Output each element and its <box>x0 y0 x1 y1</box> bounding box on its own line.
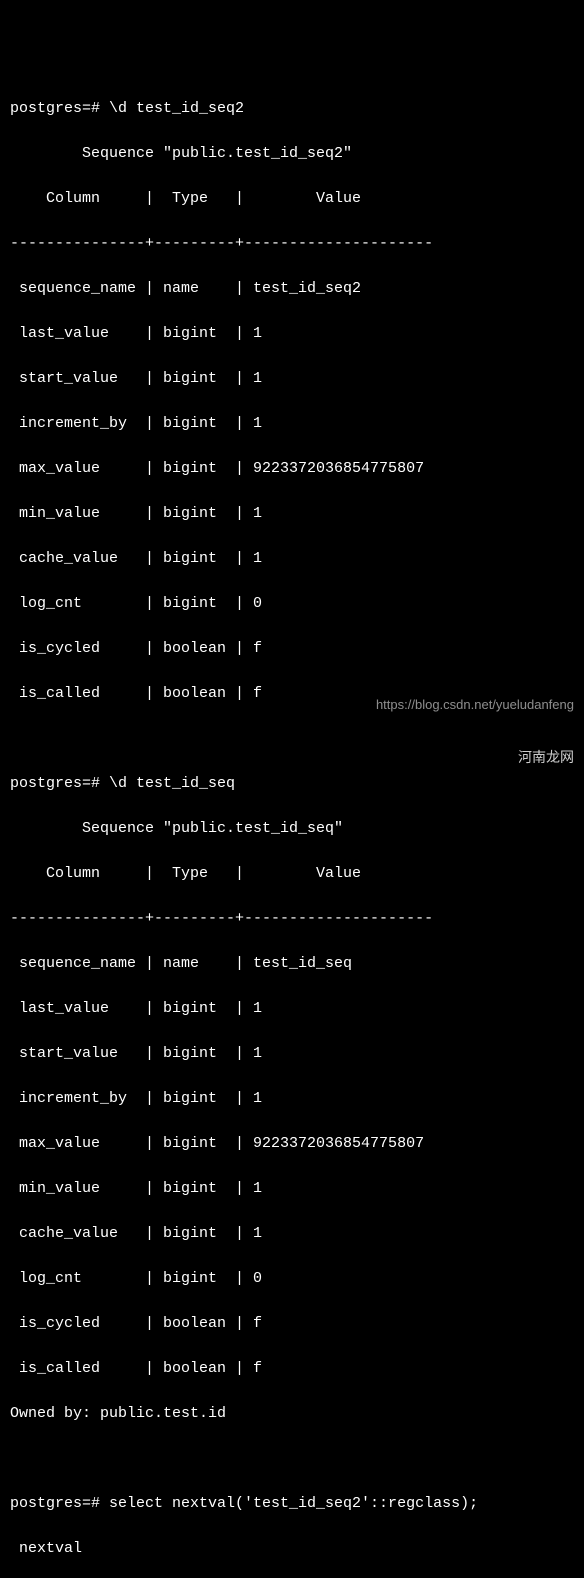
table-row: cache_value | bigint | 1 <box>10 548 574 571</box>
owned-by-line: Owned by: public.test.id <box>10 1403 574 1426</box>
seq1-title: Sequence "public.test_id_seq2" <box>10 143 574 166</box>
watermark-site: 河南龙网 <box>376 748 574 766</box>
table-row: max_value | bigint | 9223372036854775807 <box>10 1133 574 1156</box>
table-row: sequence_name | name | test_id_seq2 <box>10 278 574 301</box>
seq1-separator: ---------------+---------+--------------… <box>10 233 574 256</box>
seq1-header: Column | Type | Value <box>10 188 574 211</box>
table-row: min_value | bigint | 1 <box>10 1178 574 1201</box>
table-row: is_called | boolean | f <box>10 1358 574 1381</box>
seq2-header: Column | Type | Value <box>10 863 574 886</box>
table-row: increment_by | bigint | 1 <box>10 1088 574 1111</box>
table-row: log_cnt | bigint | 0 <box>10 1268 574 1291</box>
table-row: start_value | bigint | 1 <box>10 368 574 391</box>
table-row: max_value | bigint | 9223372036854775807 <box>10 458 574 481</box>
table-row: min_value | bigint | 1 <box>10 503 574 526</box>
table-row: cache_value | bigint | 1 <box>10 1223 574 1246</box>
table-row: is_cycled | boolean | f <box>10 638 574 661</box>
blank-line <box>10 1448 574 1471</box>
seq2-title: Sequence "public.test_id_seq" <box>10 818 574 841</box>
prompt-line-1[interactable]: postgres=# \d test_id_seq2 <box>10 98 574 121</box>
table-row: sequence_name | name | test_id_seq <box>10 953 574 976</box>
table-row: increment_by | bigint | 1 <box>10 413 574 436</box>
table-row: last_value | bigint | 1 <box>10 998 574 1021</box>
prompt-line-3[interactable]: postgres=# select nextval('test_id_seq2'… <box>10 1493 574 1516</box>
table-row: log_cnt | bigint | 0 <box>10 593 574 616</box>
table-row: is_cycled | boolean | f <box>10 1313 574 1336</box>
table-row: last_value | bigint | 1 <box>10 323 574 346</box>
seq2-separator: ---------------+---------+--------------… <box>10 908 574 931</box>
table-row: start_value | bigint | 1 <box>10 1043 574 1066</box>
watermark-url: https://blog.csdn.net/yueludanfeng <box>376 697 574 714</box>
watermark-block: https://blog.csdn.net/yueludanfeng 河南龙网 <box>376 663 574 783</box>
nextval-header: nextval <box>10 1538 574 1561</box>
